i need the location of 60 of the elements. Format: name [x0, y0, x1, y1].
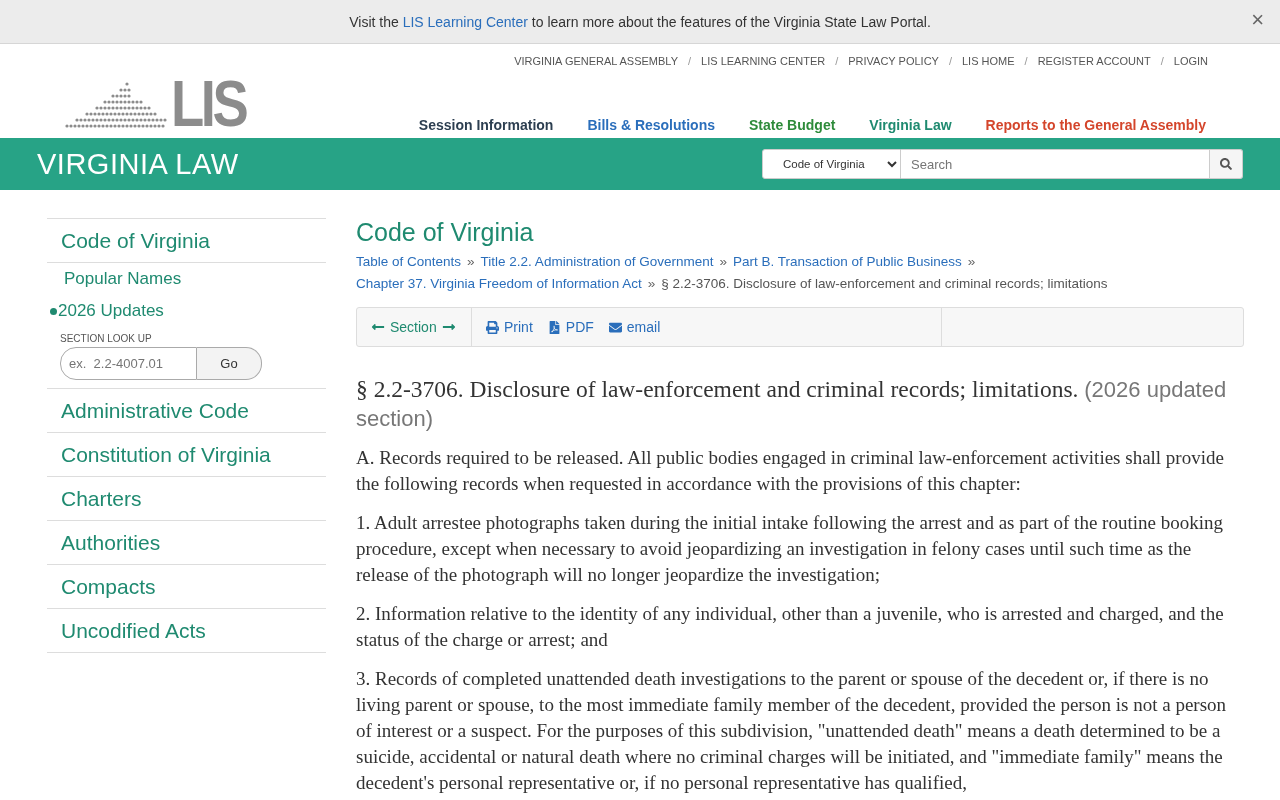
- sidebar-item[interactable]: Constitution of Virginia: [47, 433, 326, 476]
- sidebar-item[interactable]: Uncodified Acts: [47, 609, 326, 652]
- separator: /: [688, 55, 692, 67]
- email-link[interactable]: email: [608, 319, 661, 335]
- sidebar-subitem[interactable]: 2026 Updates: [57, 295, 177, 327]
- breadcrumb-link[interactable]: Chapter 37. Virginia Freedom of Information Act: [356, 275, 642, 293]
- utility-link[interactable]: PRIVACY POLICY: [848, 55, 939, 67]
- learning-center-link[interactable]: LIS Learning Center: [402, 13, 528, 30]
- scope-select[interactable]: Code of Virginia: [762, 149, 901, 179]
- utility-link[interactable]: LIS LEARNING CENTER: [701, 55, 826, 67]
- separator: /: [1160, 55, 1164, 67]
- sidebar-item[interactable]: Administrative Code: [47, 389, 326, 432]
- notice-text: Visit the LIS Learning Center to learn more about the features of the Virginia State Law Portal.: [349, 13, 931, 30]
- print-icon: [486, 320, 499, 334]
- close-button[interactable]: ×: [1245, 6, 1270, 34]
- breadcrumb-separator: »: [647, 275, 656, 293]
- print-link[interactable]: Print: [486, 319, 533, 335]
- nav-link[interactable]: Session Information: [418, 117, 554, 133]
- logo-text[interactable]: LIS: [171, 78, 246, 130]
- go-button[interactable]: Go: [197, 347, 262, 380]
- nav-link[interactable]: State Budget: [749, 117, 836, 133]
- body-paragraph: 1. Adult arrestee photographs taken during the initial intake following the arrest and as part of the routine booking procedure, except when necessary to avoid jeopardizing an investigation in felony cases until such time as the release of the photograph will no longer jeopardize the investigation;: [356, 511, 1224, 587]
- nav-link[interactable]: Reports to the General Assembly: [985, 117, 1206, 133]
- utility-link[interactable]: LIS HOME: [962, 55, 1015, 67]
- breadcrumb-link[interactable]: Table of Contents: [356, 253, 462, 271]
- breadcrumb-separator: »: [967, 253, 976, 271]
- pdf-link[interactable]: PDF: [547, 319, 594, 335]
- sidebar-subitem[interactable]: Popular Names: [57, 263, 195, 295]
- section-nav-link[interactable]: Section: [371, 319, 456, 335]
- pdf-icon: [547, 320, 561, 334]
- utility-link[interactable]: REGISTER ACCOUNT: [1037, 55, 1151, 67]
- state-map-dots-icon: [65, 82, 167, 130]
- breadcrumb-separator: »: [467, 253, 475, 271]
- search-button[interactable]: [1210, 149, 1243, 179]
- breadcrumb-separator: »: [719, 253, 727, 271]
- sidebar-item[interactable]: Code of Virginia: [47, 219, 326, 262]
- section-heading: § 2.2-3706. Disclosure of law-enforcement and criminal records; limitations. (2026 updated section): [356, 375, 1228, 433]
- search-icon: [1220, 158, 1232, 170]
- section-title: VIRGINIA LAW: [37, 147, 239, 181]
- utility-link[interactable]: VIRGINIA GENERAL ASSEMBLY: [514, 55, 678, 67]
- search-field[interactable]: Search: [901, 149, 1210, 179]
- body-paragraph: A. Records required to be released. All public bodies engaged in criminal law-enforcement activities shall provide the following records when requested in accordance with the provisions of this chapter:: [356, 446, 1225, 496]
- sidebar-item[interactable]: Charters: [47, 477, 326, 520]
- section-lookup-field[interactable]: ex. 2.2-4007.01: [60, 347, 197, 380]
- nav-link[interactable]: Bills & Resolutions: [587, 117, 715, 133]
- email-icon: [608, 320, 622, 334]
- body-paragraph: 3. Records of completed unattended death investigations to the parent or spouse of the decedent or, if there is no living parent or spouse, to the most immediate family member of the decedent, provided the person is not a person of interest or a suspect. For the purposes of this subdivision, "unattended death" means a death determined to be a suicide, accidental or natural death where no criminal charges will be initiated, and "immediate family" means the decedent's personal representative or, if no personal representative has qualified,: [356, 667, 1228, 795]
- separator: /: [1024, 55, 1028, 67]
- breadcrumb-current: § 2.2-3706. Disclosure of law-enforcement and criminal records; limitations: [661, 275, 1108, 293]
- sidebar-item[interactable]: Authorities: [47, 521, 326, 564]
- separator: /: [835, 55, 839, 67]
- page-title: Code of Virginia: [356, 218, 535, 247]
- breadcrumb-link[interactable]: Part B. Transaction of Public Business: [732, 253, 962, 271]
- body-paragraph: 2. Information relative to the identity of any individual, other than a juvenile, who is arrested and charged, and the status of the charge or arrest; and: [356, 602, 1225, 652]
- lookup-label: SECTION LOOK UP: [60, 333, 153, 344]
- separator: /: [948, 55, 952, 67]
- breadcrumb-link[interactable]: Title 2.2. Administration of Government: [480, 253, 714, 271]
- sidebar-item[interactable]: Compacts: [47, 565, 326, 608]
- nav-link[interactable]: Virginia Law: [869, 117, 952, 133]
- utility-link[interactable]: LOGIN: [1173, 55, 1208, 67]
